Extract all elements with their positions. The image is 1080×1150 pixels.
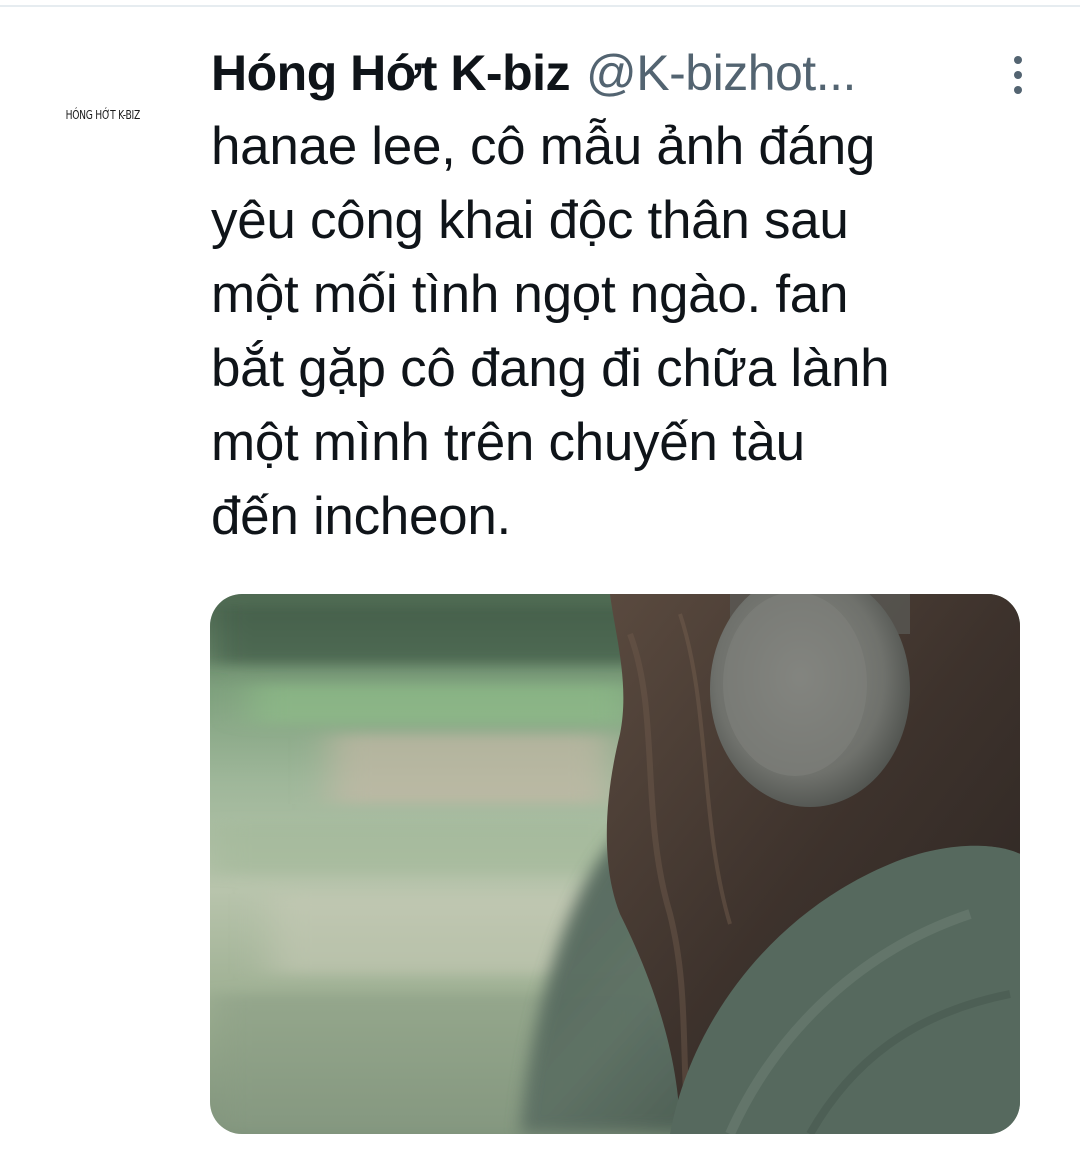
display-name[interactable]: Hóng Hớt K-biz [211, 44, 571, 102]
more-vertical-icon [1014, 56, 1022, 64]
tweet-media-photo[interactable] [210, 594, 1020, 1134]
avatar-logo-text: HÓNG HỚT K-BIZ [65, 108, 141, 122]
tweet-text: hanae lee, cô mẫu ảnh đáng yêu công khai… [211, 117, 890, 546]
more-options-button[interactable] [1000, 50, 1036, 100]
user-handle[interactable]: @K-bizhot... [586, 44, 856, 102]
avatar[interactable]: HÓNG HỚT K-BIZ [18, 40, 188, 190]
top-divider [0, 5, 1080, 7]
photo-train-window [210, 594, 1020, 1134]
tweet-header: Hóng Hớt K-biz @K-bizhot... [211, 38, 991, 108]
